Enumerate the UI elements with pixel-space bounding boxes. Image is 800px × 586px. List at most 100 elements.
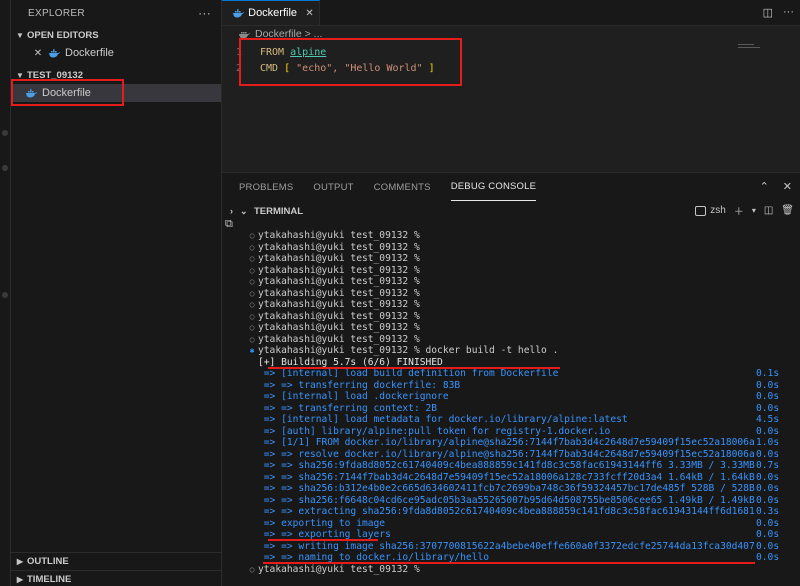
open-editor-label: Dockerfile: [65, 47, 114, 59]
chevron-up-icon[interactable]: ⌃: [760, 180, 769, 193]
command-status-icon[interactable]: ○: [246, 322, 258, 334]
line-gutter: [246, 368, 258, 380]
command-status-icon[interactable]: ○: [246, 311, 258, 323]
terminal-line-time: 0.7s: [756, 460, 780, 471]
terminal-line-time: [756, 265, 800, 277]
panel-tabs: PROBLEMS OUTPUT COMMENTS DEBUG CONSOLE: [222, 173, 800, 201]
chevron-down-icon[interactable]: ▾: [752, 206, 756, 215]
bottom-panel: PROBLEMS OUTPUT COMMENTS DEBUG CONSOLE ⌃…: [222, 172, 800, 586]
line-gutter: [246, 472, 258, 484]
chevron-down-icon: ▼: [16, 30, 24, 40]
command-status-icon[interactable]: ○: [246, 242, 258, 254]
ellipsis-icon[interactable]: ···: [198, 6, 211, 20]
panel-actions: ⌃ ✕: [760, 180, 792, 193]
terminal-line-text: => [internal] load .dockerignore: [258, 391, 449, 402]
terminal-line: ○ ytakahashi@yuki test_09132 %: [246, 334, 800, 346]
terminal-line-text: ytakahashi@yuki test_09132 %: [258, 253, 420, 264]
terminal-line-time: [756, 299, 800, 311]
terminal-line-text: => => sha256:f6648c04cd6ce95adc05b3aa552…: [258, 494, 755, 506]
running-command-icon[interactable]: ✱: [246, 345, 258, 357]
terminal-line: => => sha256:f6648c04cd6ce95adc05b3aa552…: [246, 495, 800, 507]
command-status-icon[interactable]: ○: [246, 299, 258, 311]
terminal-line-text: ytakahashi@yuki test_09132 %: [258, 287, 420, 299]
activity-icon[interactable]: [2, 165, 8, 171]
annotation-box-code: [239, 38, 462, 86]
terminal-line: ○ ytakahashi@yuki test_09132 %: [246, 311, 800, 323]
line-gutter: [246, 403, 258, 415]
terminal-line-time: 0.0s: [756, 494, 780, 506]
terminal-line-text: => => writing image sha256:3707700815622…: [258, 540, 755, 552]
line-gutter: [246, 460, 258, 472]
more-actions-icon[interactable]: ···: [783, 6, 794, 19]
terminal-line-time: 0.0s: [756, 425, 780, 437]
activity-icon[interactable]: [2, 130, 8, 136]
terminal-line-text: ytakahashi@yuki test_09132 %: [258, 310, 420, 322]
close-icon[interactable]: ✕: [31, 48, 45, 59]
command-status-icon[interactable]: ○: [246, 334, 258, 346]
terminal-line-text: ytakahashi@yuki test_09132 %: [258, 241, 420, 253]
terminal-output[interactable]: ○ ytakahashi@yuki test_09132 % ○ ytakahashi…: [246, 230, 800, 575]
terminal-line-text: => => sha256:9fda8d8052c61740409c4bea888…: [258, 460, 755, 471]
terminal-line: ○ ytakahashi@yuki test_09132 %: [246, 253, 800, 265]
timeline-label: TIMELINE: [27, 573, 72, 585]
explorer-header: EXPLORER ···: [11, 0, 221, 26]
terminal-line-time: 0.1s: [756, 368, 780, 379]
split-editor-icon[interactable]: ◫: [763, 6, 773, 19]
close-icon[interactable]: ✕: [783, 180, 792, 193]
terminal-line-time: 0.0s: [756, 540, 780, 552]
open-editors-section[interactable]: ▼ OPEN EDITORS: [11, 26, 221, 44]
command-status-icon[interactable]: ○: [246, 276, 258, 288]
outline-section[interactable]: ▶ OUTLINE: [11, 552, 222, 570]
trash-icon[interactable]: 🗑: [781, 205, 794, 216]
command-status-icon[interactable]: ○: [246, 230, 258, 242]
open-editor-item[interactable]: ✕ Dockerfile: [11, 44, 221, 62]
terminal-line-time: 0.0s: [756, 517, 780, 529]
terminal-line-time: 0.0s: [756, 379, 780, 391]
editor-actions: ◫ ···: [763, 6, 794, 19]
line-gutter: [246, 437, 258, 449]
tab-problems[interactable]: PROBLEMS: [239, 173, 293, 201]
line-gutter: [246, 552, 258, 564]
terminal-line-time: [756, 345, 800, 357]
tab-dockerfile[interactable]: Dockerfile ✕: [222, 0, 320, 25]
split-terminal-icon[interactable]: ◫: [764, 205, 773, 216]
terminal-tabs-icon[interactable]: ⧉: [225, 218, 237, 230]
line-gutter: [246, 426, 258, 438]
editor-area: Dockerfile ✕ ◫ ··· Dockerfile > ... 1 FR…: [222, 0, 800, 172]
terminal-line: => => resolve docker.io/library/alpine@s…: [246, 449, 800, 461]
terminal-line-time: 0.0s: [756, 402, 780, 414]
terminal-line-text: => => sha256:7144f7bab3d4c2648d7e59409f1…: [258, 471, 755, 483]
terminal-line-time: [756, 311, 800, 323]
line-gutter: [246, 541, 258, 553]
terminal-line-text: ytakahashi@yuki test_09132 %: [258, 299, 420, 310]
tab-debug-console[interactable]: DEBUG CONSOLE: [450, 173, 537, 201]
docker-icon: [48, 48, 60, 58]
add-terminal-icon[interactable]: ＋: [734, 203, 744, 218]
terminal-line-time: [756, 288, 800, 300]
terminal-line: => => sha256:b312e4b0e2c665d634602411fcb…: [246, 483, 800, 495]
command-status-icon[interactable]: ○: [246, 265, 258, 277]
tab-comments[interactable]: COMMENTS: [374, 173, 431, 201]
terminal-label: TERMINAL: [254, 205, 304, 217]
terminal-line: ✱ ytakahashi@yuki test_09132 % docker bui…: [246, 345, 800, 357]
shell-selector[interactable]: zsh: [695, 205, 726, 216]
terminal-line-time: [756, 564, 800, 576]
terminal-line-time: [756, 334, 800, 346]
tab-output[interactable]: OUTPUT: [313, 173, 353, 201]
terminal-line: => [1/1] FROM docker.io/library/alpine@s…: [246, 437, 800, 449]
minimap[interactable]: [738, 44, 760, 50]
terminal-line: => [auth] library/alpine:pull token for …: [246, 426, 800, 438]
activity-icon[interactable]: [2, 292, 8, 298]
terminal-line: => [internal] load build definition from…: [246, 368, 800, 380]
timeline-section[interactable]: ▶ TIMELINE: [11, 570, 222, 586]
command-status-icon[interactable]: ○: [246, 288, 258, 300]
command-status-icon[interactable]: ○: [246, 564, 258, 576]
terminal-line-text: ytakahashi@yuki test_09132 % docker buil…: [258, 345, 559, 356]
docker-icon: [232, 8, 244, 18]
terminal-line-text: => [1/1] FROM docker.io/library/alpine@s…: [258, 437, 755, 448]
terminal-line: => => writing image sha256:3707700815622…: [246, 541, 800, 553]
explorer-title: EXPLORER: [28, 7, 85, 19]
command-status-icon[interactable]: ○: [246, 253, 258, 265]
shell-label: zsh: [710, 205, 726, 216]
close-icon[interactable]: ✕: [303, 8, 316, 19]
